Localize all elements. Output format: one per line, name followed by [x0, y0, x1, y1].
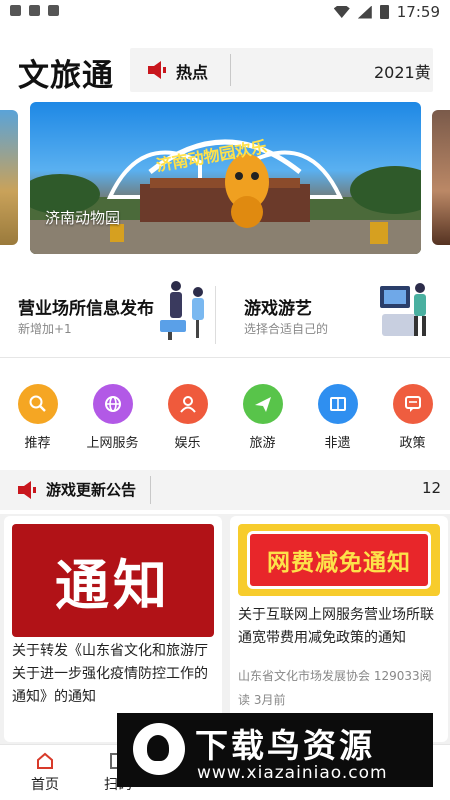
category-label: 上网服务: [86, 436, 139, 451]
category-internet-service[interactable]: 上网服务: [75, 380, 150, 451]
category-label: 旅游: [249, 436, 276, 451]
news-meta: 山东省文化市场发展协会 129033阅读 3月前: [238, 664, 442, 712]
notice-ticker[interactable]: 12: [160, 479, 442, 501]
news-card[interactable]: 网费减免通知 关于互联网上网服务营业场所联通宽带费用减免政策的通知 山东省文化市…: [230, 516, 448, 742]
banner-carousel[interactable]: 济南动物园欢乐 济南动物园: [0, 102, 450, 254]
category-recommend[interactable]: 推荐: [0, 380, 75, 451]
carousel-prev-slide[interactable]: [0, 110, 18, 245]
news-card[interactable]: 通知 关于转发《山东省文化和旅游厅关于进一步强化疫情防控工作的通知》的通知: [4, 516, 222, 742]
font-notification-icon: [48, 5, 59, 16]
carousel-current-slide[interactable]: 济南动物园欢乐 济南动物园: [30, 102, 421, 254]
watermark-url: www.xiazainiao.com: [197, 763, 388, 783]
speaker-icon: [18, 481, 36, 499]
notice-ticker-text: 12: [422, 479, 442, 497]
section-divider: [0, 357, 450, 358]
thumbnail-text: 网费减免通知: [267, 550, 411, 576]
watermark-overlay: 下载鸟资源 www.xiazainiao.com: [117, 713, 433, 787]
divider: [230, 54, 231, 86]
wifi-icon: [333, 6, 350, 18]
category-heritage[interactable]: 非遗: [300, 380, 375, 451]
hot-label: 热点: [176, 63, 209, 82]
venue-info-card[interactable]: 营业场所信息发布 新增加+1: [0, 270, 214, 348]
game-notice-bar[interactable]: 游戏更新公告 12: [0, 470, 450, 510]
news-source: 山东省文化市场发展协会: [238, 669, 371, 683]
battery-icon: [379, 5, 389, 19]
notification-icons: [10, 5, 59, 16]
people-illustration-icon: [160, 281, 204, 340]
app-logo: 文旅通: [18, 58, 114, 94]
signal-icon: [357, 5, 372, 19]
speaker-icon: [148, 61, 166, 79]
slide-caption: 济南动物园: [45, 209, 121, 227]
thumbnail-text: 通知: [55, 553, 171, 617]
book-icon: [317, 384, 358, 424]
notice-label: 游戏更新公告: [46, 481, 137, 499]
status-time: 17:59: [396, 3, 440, 21]
category-label: 推荐: [24, 436, 51, 451]
category-label: 非遗: [324, 436, 351, 451]
category-label: 政策: [399, 436, 426, 451]
news-time: 3月前: [253, 693, 286, 707]
feature-row: 营业场所信息发布 新增加+1 游戏游艺 选择合适自己的: [0, 270, 450, 348]
search-magnifier-icon: [17, 384, 58, 424]
category-entertainment[interactable]: 娱乐: [150, 380, 225, 451]
hot-news-bar[interactable]: 热点 2021黄: [130, 48, 433, 92]
bird-logo-icon: [133, 723, 185, 775]
app-notification-icon: [10, 5, 21, 16]
venue-info-subtitle: 新增加+1: [18, 322, 72, 336]
venue-info-title: 营业场所信息发布: [18, 299, 154, 319]
carousel-next-slide[interactable]: [432, 110, 450, 245]
news-thumbnail: 网费减免通知: [238, 524, 440, 596]
chat-bubble-icon: [392, 384, 433, 424]
category-grid: 推荐 上网服务 娱乐 旅游 非遗 政策: [0, 380, 450, 455]
category-label: 娱乐: [174, 436, 201, 451]
news-title: 关于转发《山东省文化和旅游厅关于进一步强化疫情防控工作的通知》的通知: [12, 643, 208, 705]
game-arcade-card[interactable]: 游戏游艺 选择合适自己的: [216, 270, 450, 348]
divider: [150, 476, 151, 504]
game-arcade-subtitle: 选择合适自己的: [244, 322, 329, 336]
news-feed: 通知 关于转发《山东省文化和旅游厅关于进一步强化疫情防控工作的通知》的通知 网费…: [0, 514, 450, 744]
news-title: 关于互联网上网服务营业场所联通宽带费用减免政策的通知: [238, 607, 434, 646]
hot-ticker-text: 2021黄: [374, 63, 430, 81]
game-arcade-title: 游戏游艺: [244, 299, 312, 319]
app-notification-icon: [29, 5, 40, 16]
news-thumbnail: 通知: [12, 524, 214, 637]
home-icon: [37, 752, 53, 769]
category-policy[interactable]: 政策: [375, 380, 450, 451]
airplane-icon: [242, 384, 283, 424]
zoo-gate-image: 济南动物园欢乐: [30, 137, 421, 254]
app-header: 文旅通 热点 2021黄: [0, 40, 450, 100]
status-bar: 17:59: [0, 0, 450, 24]
person-icon: [167, 384, 208, 424]
globe-icon: [92, 384, 133, 424]
gaming-illustration-icon: [380, 283, 426, 336]
watermark-title: 下载鸟资源: [195, 726, 375, 765]
hot-ticker[interactable]: 2021黄: [240, 59, 430, 81]
category-travel[interactable]: 旅游: [225, 380, 300, 451]
